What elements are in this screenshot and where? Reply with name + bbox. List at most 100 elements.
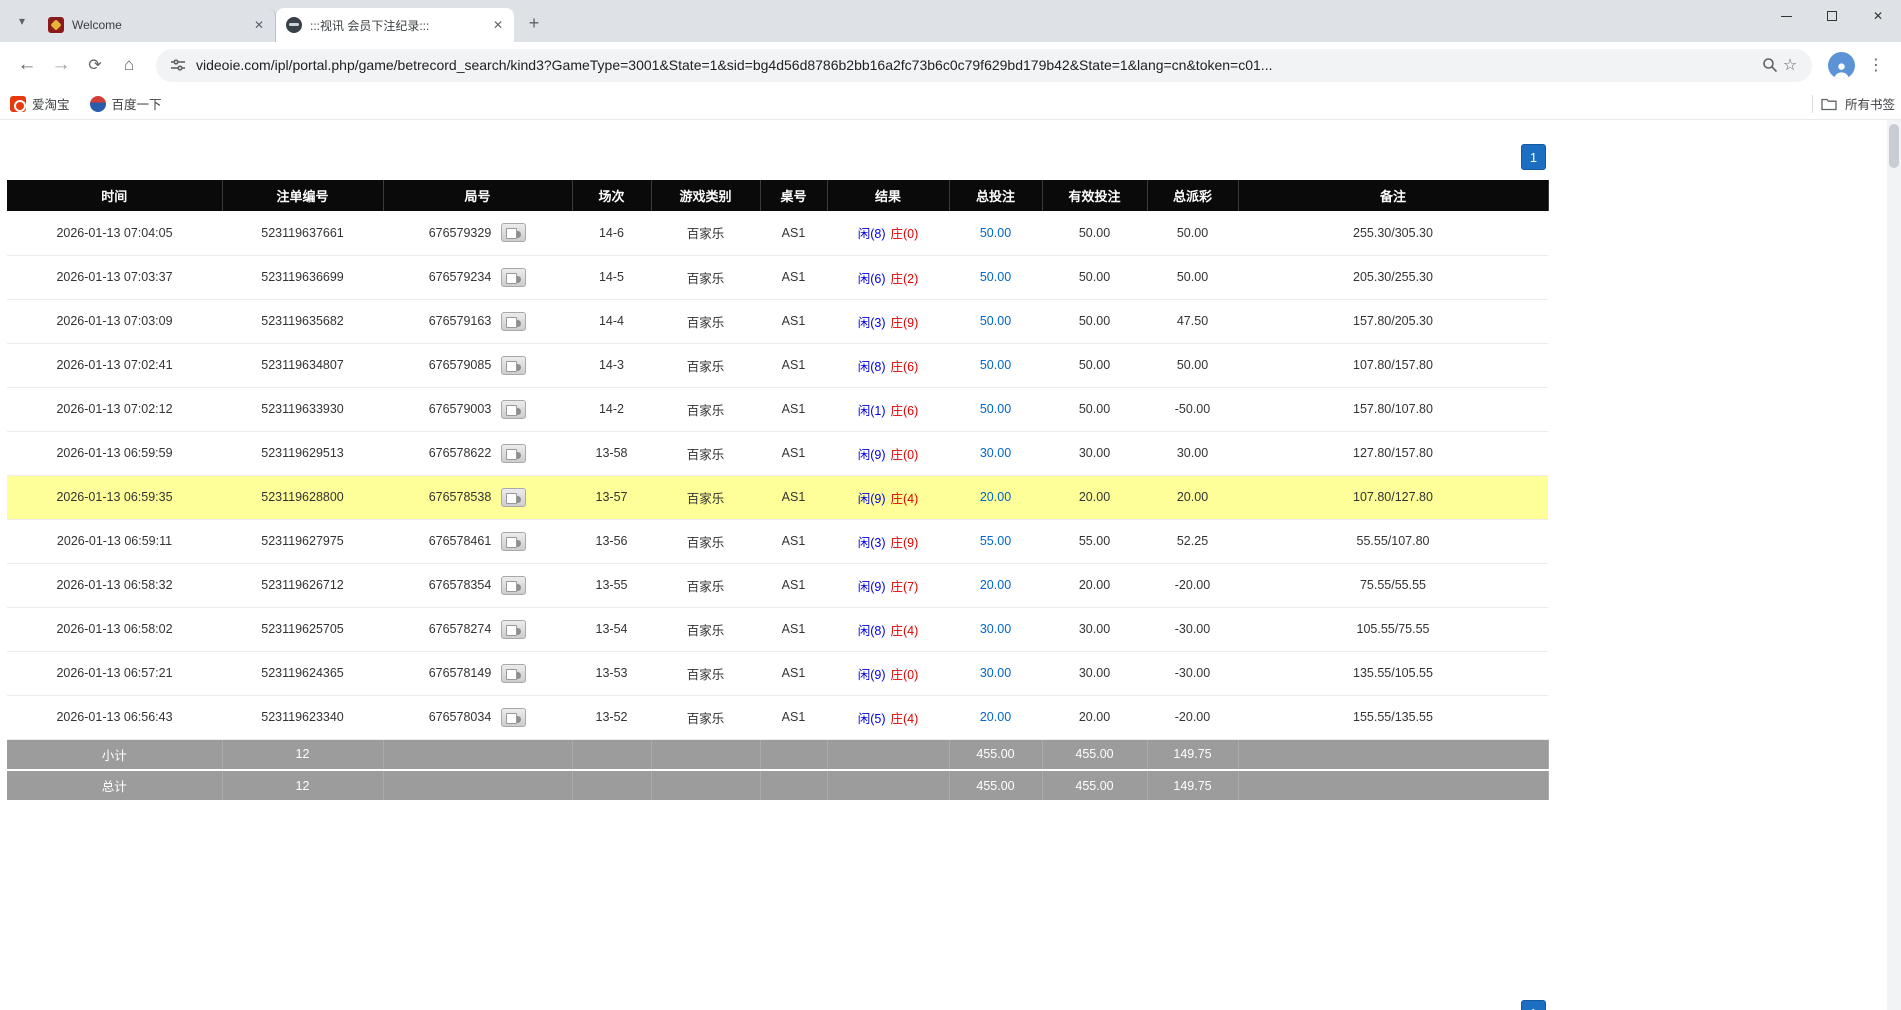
forward-button[interactable]: → — [44, 48, 78, 82]
header-result: 结果 — [827, 180, 949, 211]
total-bet-link[interactable]: 20.00 — [980, 710, 1011, 724]
total-bet-link[interactable]: 30.00 — [980, 446, 1011, 460]
cell-session: 13-53 — [572, 651, 651, 695]
subtotal-label: 小计 — [7, 739, 222, 770]
maximize-button[interactable] — [1809, 0, 1855, 32]
cell-session: 13-52 — [572, 695, 651, 739]
game-result-preview-icon[interactable] — [501, 488, 526, 507]
total-bet-link[interactable]: 30.00 — [980, 666, 1011, 680]
cell-game-type: 百家乐 — [651, 651, 760, 695]
tab-close-icon[interactable]: ✕ — [490, 17, 506, 33]
cell-valid-bet: 50.00 — [1042, 387, 1147, 431]
cell-remark: 157.80/205.30 — [1238, 299, 1548, 343]
bookmark-star-icon[interactable]: ☆ — [1780, 55, 1800, 75]
cell-round-number: 676579163 — [383, 299, 572, 343]
cell-result: 闲(9)庄(4) — [827, 475, 949, 519]
page-scrollbar[interactable] — [1887, 120, 1901, 1010]
cell-payout: 20.00 — [1147, 475, 1238, 519]
total-bet-link[interactable]: 20.00 — [980, 578, 1011, 592]
bookmark-baidu[interactable]: 百度一下 — [90, 94, 162, 113]
cell-session: 14-5 — [572, 255, 651, 299]
close-button[interactable]: ✕ — [1855, 0, 1901, 32]
reload-button[interactable]: ⟳ — [78, 48, 112, 82]
cell-round-number: 676579329 — [383, 211, 572, 255]
cell-valid-bet: 20.00 — [1042, 695, 1147, 739]
grand-total-label: 总计 — [7, 770, 222, 801]
tab-search-button[interactable]: ▾ — [8, 7, 36, 35]
cell-bet-number: 523119629513 — [222, 431, 383, 475]
tab-close-icon[interactable]: ✕ — [251, 17, 267, 33]
game-result-preview-icon[interactable] — [501, 532, 526, 551]
url-text[interactable]: videoie.com/ipl/portal.php/game/betrecor… — [196, 57, 1750, 73]
total-bet-link[interactable]: 50.00 — [980, 226, 1011, 240]
minimize-button[interactable] — [1763, 0, 1809, 32]
total-bet-link[interactable]: 50.00 — [980, 358, 1011, 372]
pagination-page-1-bottom[interactable]: 1 — [1521, 1000, 1546, 1010]
total-bet-link[interactable]: 55.00 — [980, 534, 1011, 548]
cell-remark: 127.80/157.80 — [1238, 431, 1548, 475]
game-result-preview-icon[interactable] — [501, 664, 526, 683]
result-banker: 庄(4) — [891, 624, 919, 638]
cell-bet-number: 523119634807 — [222, 343, 383, 387]
cell-total-bet: 50.00 — [949, 299, 1042, 343]
round-number-text: 676578274 — [429, 622, 492, 636]
tab-betrecord[interactable]: :::视讯 会员下注纪录::: ✕ — [276, 8, 514, 42]
cell-session: 13-58 — [572, 431, 651, 475]
game-result-preview-icon[interactable] — [501, 400, 526, 419]
globe-favicon-icon — [286, 17, 302, 33]
game-result-preview-icon[interactable] — [501, 620, 526, 639]
bookmark-aitaobao[interactable]: 爱淘宝 — [10, 94, 70, 113]
total-bet-link[interactable]: 20.00 — [980, 490, 1011, 504]
game-result-preview-icon[interactable] — [501, 312, 526, 331]
zoom-icon[interactable] — [1760, 55, 1780, 75]
result-player: 闲(3) — [858, 536, 886, 550]
cell-payout: 30.00 — [1147, 431, 1238, 475]
cell-total-bet: 50.00 — [949, 255, 1042, 299]
header-total-payout: 总派彩 — [1147, 180, 1238, 211]
cell-total-bet: 30.00 — [949, 607, 1042, 651]
cell-remark: 107.80/127.80 — [1238, 475, 1548, 519]
browser-menu-button[interactable]: ⋮ — [1861, 50, 1891, 80]
home-button[interactable]: ⌂ — [112, 48, 146, 82]
total-bet-link[interactable]: 50.00 — [980, 314, 1011, 328]
address-bar[interactable]: videoie.com/ipl/portal.php/game/betrecor… — [156, 49, 1812, 82]
all-bookmarks[interactable]: 所有书签 — [1812, 88, 1895, 119]
scrollbar-thumb[interactable] — [1889, 124, 1899, 168]
pagination-page-1-top[interactable]: 1 — [1521, 144, 1546, 170]
cell-total-bet: 30.00 — [949, 651, 1042, 695]
game-result-preview-icon[interactable] — [501, 708, 526, 727]
total-bet-link[interactable]: 30.00 — [980, 622, 1011, 636]
game-result-preview-icon[interactable] — [501, 576, 526, 595]
round-number-text: 676578622 — [429, 446, 492, 460]
cell-table-number: AS1 — [760, 695, 827, 739]
game-result-preview-icon[interactable] — [501, 444, 526, 463]
cell-table-number: AS1 — [760, 651, 827, 695]
cell-round-number: 676579003 — [383, 387, 572, 431]
cell-payout: -30.00 — [1147, 607, 1238, 651]
tab-welcome[interactable]: Welcome ✕ — [38, 8, 276, 42]
back-button[interactable]: ← — [10, 48, 44, 82]
new-tab-button[interactable]: + — [520, 9, 548, 37]
cell-valid-bet: 30.00 — [1042, 607, 1147, 651]
reload-icon: ⟳ — [88, 55, 101, 75]
cell-game-type: 百家乐 — [651, 211, 760, 255]
profile-avatar[interactable] — [1828, 52, 1855, 79]
cell-table-number: AS1 — [760, 519, 827, 563]
cell-round-number: 676578461 — [383, 519, 572, 563]
result-player: 闲(8) — [858, 360, 886, 374]
game-result-preview-icon[interactable] — [501, 223, 526, 242]
result-banker: 庄(4) — [891, 712, 919, 726]
cell-game-type: 百家乐 — [651, 563, 760, 607]
cell-round-number: 676578149 — [383, 651, 572, 695]
game-result-preview-icon[interactable] — [501, 356, 526, 375]
home-icon: ⌂ — [124, 55, 134, 75]
cell-valid-bet: 20.00 — [1042, 475, 1147, 519]
game-result-preview-icon[interactable] — [501, 268, 526, 287]
total-bet-link[interactable]: 50.00 — [980, 402, 1011, 416]
site-info-icon[interactable] — [168, 55, 188, 75]
total-bet-link[interactable]: 50.00 — [980, 270, 1011, 284]
cell-result: 闲(9)庄(0) — [827, 651, 949, 695]
table-row: 2026-01-13 06:59:59 523119629513 6765786… — [7, 431, 1548, 475]
cell-result: 闲(3)庄(9) — [827, 299, 949, 343]
table-row: 2026-01-13 06:57:21 523119624365 6765781… — [7, 651, 1548, 695]
